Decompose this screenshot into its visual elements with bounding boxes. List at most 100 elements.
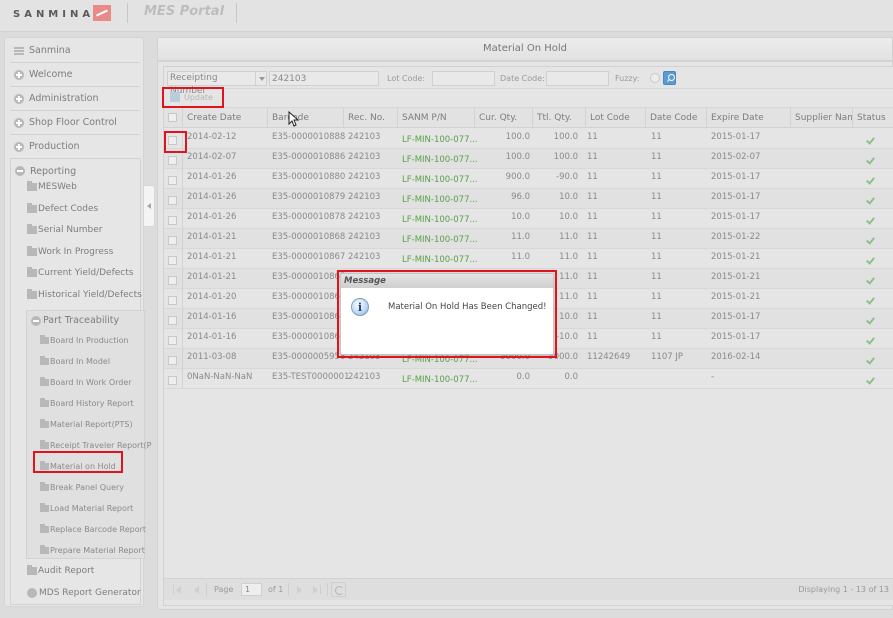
sidebar-item-label: Load Material Report [50,503,134,513]
row-checkbox[interactable] [168,356,177,365]
row-checkbox[interactable] [168,296,177,305]
next-page-icon[interactable] [297,585,305,594]
first-page-icon[interactable] [173,585,181,594]
row-checkbox[interactable] [168,336,177,345]
table-row[interactable]: 2014-01-26 E35-0000010879 242103 LF-MIN-100… [164,189,893,209]
prev-page-icon[interactable] [191,585,199,594]
cell-expire-date: 2015-01-21 [711,252,761,262]
lot-code-input[interactable] [432,71,495,86]
sidebar-item-prepare-material-report[interactable]: Prepare Material Report [40,540,145,560]
column-header-status[interactable]: Status [853,108,893,128]
sidebar-item-board-in-work-order[interactable]: Board In Work Order [40,372,132,392]
column-header-barcode[interactable]: Barcode [268,108,344,128]
dialog-title[interactable]: Message [341,274,553,288]
column-header-expire-date[interactable]: Expire Date [707,108,791,128]
column-header-create-date[interactable]: Create Date [183,108,268,128]
last-page-icon[interactable] [313,585,321,594]
row-checkbox[interactable] [168,156,177,165]
row-checkbox[interactable] [168,316,177,325]
column-header-ttl-qty[interactable]: Ttl. Qty. [533,108,586,128]
sidebar-item-serial-number[interactable]: Serial Number [27,220,102,240]
column-header-sanm-pn[interactable]: SANM P/N [398,108,475,128]
row-checkbox[interactable] [168,236,177,245]
search-value-input[interactable] [269,71,379,86]
paging-toolbar: Page 1 of 1 Displaying 1 - 13 of 13 [164,578,893,600]
sidebar-item-work-in-progress[interactable]: Work In Progress [27,242,113,262]
row-checkbox[interactable] [168,256,177,265]
sidebar-item-shop-floor-control[interactable]: Shop Floor Control [10,111,140,135]
table-row[interactable]: 2014-01-26 E35-0000010880 242103 LF-MIN-100… [164,169,893,189]
table-row[interactable]: 0NaN-NaN-NaN E35-TEST0000001 242103 LF-MIN-… [164,369,893,389]
row-checkbox[interactable] [168,216,177,225]
cell-create-date: 2014-01-20 [187,292,237,302]
sidebar-item-label: Sanmina [29,45,71,56]
table-row[interactable]: 2014-01-21 E35-0000010868 242103 LF-MIN-100… [164,229,893,249]
sidebar-item-break-panel-query[interactable]: Break Panel Query [40,477,124,497]
fuzzy-radio[interactable] [650,73,660,83]
sidebar-item-mesweb[interactable]: MESWeb [27,177,77,197]
sidebar-item-board-history-report[interactable]: Board History Report [40,393,134,413]
refresh-icon[interactable] [331,582,346,597]
search-field-select[interactable]: Receipting Number [167,71,257,96]
column-header-supplier-name[interactable]: Supplier Nam [791,108,853,128]
sidebar-item-receipt-traveler-report[interactable]: Receipt Traveler Report(P [40,435,151,455]
column-header-cur-qty[interactable]: Cur. Qty. [475,108,533,128]
row-checkbox[interactable] [168,176,177,185]
cell-sanm-pn: LF-MIN-100-077... [402,155,478,165]
sidebar-item-historical-yield[interactable]: Historical Yield/Defects [27,285,142,305]
sidebar-item-production[interactable]: Production [10,135,140,159]
cell-lot-code: 11242649 [587,352,631,362]
row-checkbox[interactable] [168,376,177,385]
search-icon[interactable] [663,71,676,85]
folder-icon [40,502,49,512]
table-row[interactable]: 2014-01-26 E35-0000010878 242103 LF-MIN-100… [164,209,893,229]
cell-ttl-qty: 11.0 [559,272,578,282]
sidebar-item-material-on-hold[interactable]: Material on Hold [40,456,116,476]
sidebar-item-defect-codes[interactable]: Defect Codes [27,199,98,219]
table-row[interactable]: 2014-02-12 E35-0000010888 242103 LF-MIN-100… [164,129,893,149]
cell-sanm-pn: LF-MIN-100-077... [402,235,478,245]
cell-cur-qty: 100.0 [505,132,530,142]
row-checkbox[interactable] [168,196,177,205]
row-checker-cell [164,209,183,229]
sidebar-item-material-report-pts[interactable]: Material Report(PTS) [40,414,133,434]
update-button[interactable]: Update [170,92,213,102]
sidebar-item-welcome[interactable]: Welcome [10,63,140,87]
page-number-input[interactable]: 1 [241,583,262,596]
sidebar-collapse-handle[interactable] [144,185,155,227]
cell-barcode: E35-0000010878 [272,212,346,222]
cell-sanm-pn: LF-MIN-100-077... [402,375,478,385]
cell-create-date: 2014-01-26 [187,172,237,182]
column-header-rec-no[interactable]: Rec. No. [344,108,398,128]
date-code-input[interactable] [546,71,609,86]
sidebar-item-label: Board In Production [50,335,129,345]
sidebar-item-board-in-model[interactable]: Board In Model [40,351,110,371]
column-header-lot-code[interactable]: Lot Code [586,108,646,128]
sidebar-item-label: Defect Codes [38,204,99,214]
row-checkbox[interactable] [168,136,177,145]
column-header-date-code[interactable]: Date Code [646,108,707,128]
sidebar-item-board-in-production[interactable]: Board In Production [40,330,129,350]
sidebar-item-mds-report-generator[interactable]: MDS Report Generator [27,583,141,603]
row-checkbox[interactable] [168,276,177,285]
plus-circle-icon [14,117,24,128]
table-row[interactable]: 2014-02-07 E35-0000010886 242103 LF-MIN-100… [164,149,893,169]
cell-barcode: E35-0000005958 [272,352,346,362]
sidebar-item-replace-barcode-report[interactable]: Replace Barcode Report [40,519,146,539]
select-all-checkbox[interactable] [168,113,177,122]
table-row[interactable]: 2014-01-21 E35-0000010867 242103 LF-MIN-100… [164,249,893,269]
sidebar-item-sanmina[interactable]: Sanmina [10,39,140,63]
sidebar-item-administration[interactable]: Administration [10,87,140,111]
action-toolbar: Update [164,89,893,108]
sidebar-item-load-material-report[interactable]: Load Material Report [40,498,133,518]
sidebar-item-current-yield[interactable]: Current Yield/Defects [27,263,133,283]
row-checker-cell [164,269,183,289]
row-checker-cell [164,249,183,269]
cell-ttl-qty: 11.0 [559,232,578,242]
select-all-cell [164,108,183,128]
chevron-down-icon[interactable] [255,71,267,86]
cell-lot-code: 11 [587,132,598,142]
sidebar-item-part-traceability[interactable]: Part Traceability [31,315,119,326]
sidebar-item-audit-report[interactable]: Audit Report [27,561,94,581]
folder-icon [40,376,49,386]
